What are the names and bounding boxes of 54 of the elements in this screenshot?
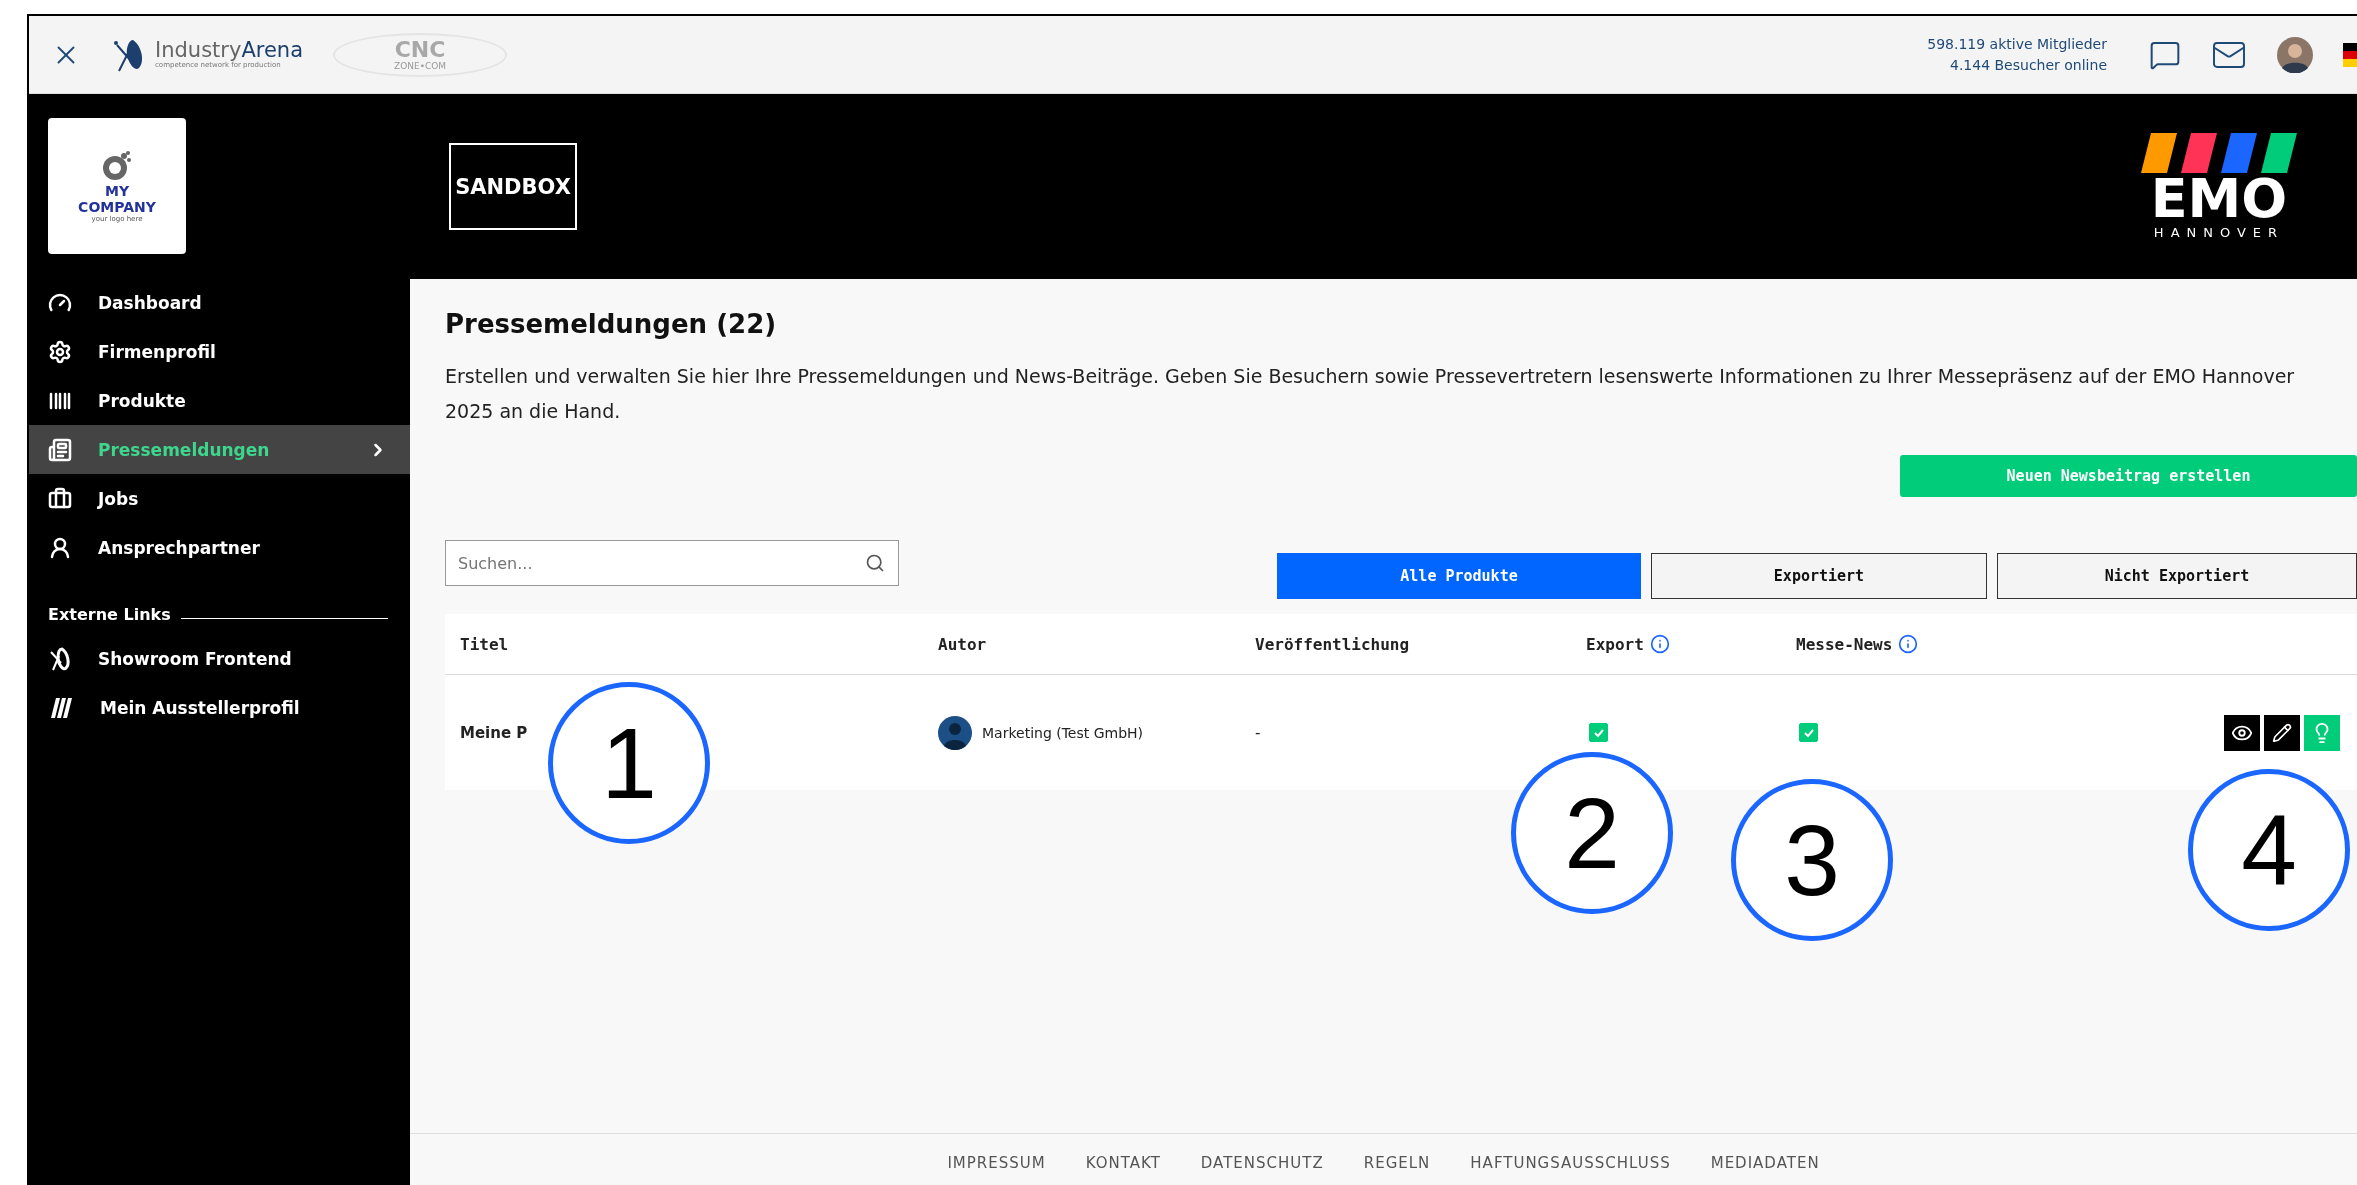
section-heading: Externe Links <box>48 604 171 624</box>
export-checkbox[interactable] <box>1589 723 1608 742</box>
annotation-marker: 3 <box>1731 779 1893 941</box>
author-avatar <box>938 715 972 750</box>
sidebar-item[interactable]: Pressemeldungen <box>29 425 410 474</box>
briefcase-icon <box>48 486 72 511</box>
table-cell-text: Meine P <box>460 723 529 742</box>
sidebar-item[interactable]: Ansprechpartner <box>29 523 410 572</box>
person-icon <box>48 535 72 560</box>
column-header: Messe-News <box>1796 634 2220 654</box>
pencil-icon <box>2272 722 2292 743</box>
annotation-marker: 4 <box>2188 769 2350 931</box>
footer-link[interactable]: HAFTUNGSAUSSCHLUSS <box>1470 1154 1671 1185</box>
column-header: Titel <box>460 634 510 654</box>
edit-button[interactable] <box>2264 714 2300 751</box>
annotation-marker: 2 <box>1511 752 1673 914</box>
newspaper-icon <box>48 437 72 462</box>
footer-link[interactable]: IMPRESSUM <box>947 1154 1046 1185</box>
page-title: Pressemeldungen (22) <box>445 309 778 339</box>
filter-tab[interactable]: Exportiert <box>1651 553 1987 599</box>
brand-name: IndustryArena <box>155 40 304 61</box>
view-button[interactable] <box>2224 714 2260 751</box>
info-icon[interactable] <box>1898 634 1919 654</box>
sidebar-item[interactable]: Dashboard <box>29 278 410 327</box>
sidebar-item[interactable]: Produkte <box>29 376 410 425</box>
info-icon[interactable] <box>1649 634 1670 654</box>
member-stat: 598.119 aktive Mitglieder <box>1927 34 2107 54</box>
sidebar-link[interactable]: Mein Ausstellerprofil <box>29 683 410 732</box>
sandbox-badge: SANDBOX <box>449 143 577 230</box>
search-icon[interactable] <box>865 553 885 573</box>
messe-news-checkbox[interactable] <box>1799 723 1818 742</box>
footer-link[interactable]: REGELN <box>1363 1154 1431 1185</box>
author-name: Marketing (Test GmbH) <box>982 724 1144 741</box>
column-header: Export <box>1586 634 1796 654</box>
sidebar-item[interactable]: Jobs <box>29 474 410 523</box>
filter-tab[interactable]: Alle Produkte <box>1277 553 1641 599</box>
sidebar-link[interactable]: Showroom Frontend <box>29 634 410 683</box>
column-header: Veröffentlichung <box>1255 634 1411 654</box>
slanted-bars-icon <box>48 695 74 720</box>
footer-link[interactable]: DATENSCHUTZ <box>1200 1154 1324 1185</box>
column-header: Autor <box>938 634 988 654</box>
sidebar-item[interactable]: Firmenprofil <box>29 327 410 376</box>
filter-tab[interactable]: Nicht Exportiert <box>1997 553 2357 599</box>
arena-logo-icon <box>48 646 72 671</box>
table-cell-text: - <box>1255 723 1262 742</box>
footer-link[interactable]: MEDIADATEN <box>1710 1154 1820 1185</box>
partner-logo: CNC ZONE•COM <box>333 32 508 77</box>
footer-link[interactable]: KONTAKT <box>1085 1154 1161 1185</box>
page-description: Erstellen und verwalten Sie hier Ihre Pressemeldungen und News-Beiträge. Geben Sie Besuchern sowie Pressevertretern lesenswerte Informationen zu Ihrer Messepräsenz auf der EMO Hannover 2025 an die Hand. <box>445 364 2296 424</box>
gear-icon <box>48 339 72 364</box>
member-stat: 4.144 Besucher online <box>1950 55 2107 75</box>
user-avatar[interactable] <box>2277 36 2313 73</box>
search-field[interactable]: Suchen... <box>445 540 899 586</box>
emo-logo: EMO HANNOVER <box>2141 133 2297 240</box>
